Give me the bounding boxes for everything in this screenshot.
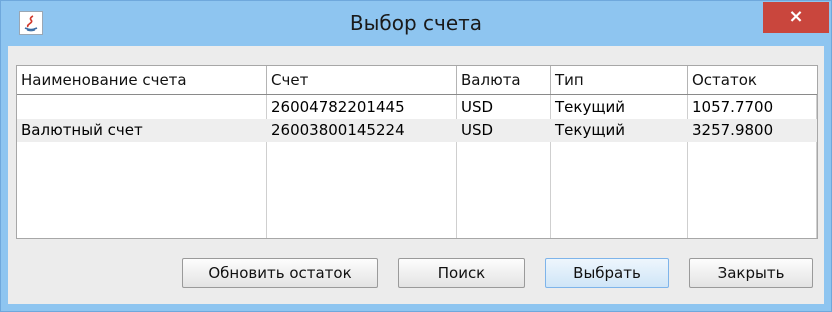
- cell-type: Текущий: [555, 121, 625, 139]
- cell-name: Валютный счет: [21, 121, 143, 139]
- column-header-type[interactable]: Тип: [551, 66, 688, 94]
- select-button[interactable]: Выбрать: [545, 258, 669, 288]
- cell-currency: USD: [461, 98, 494, 116]
- table-row[interactable]: Валютный счет 26003800145224 USD Текущий…: [17, 119, 817, 142]
- accounts-table[interactable]: Наименование счета Счет Валюта Тип Остат…: [16, 65, 818, 239]
- cell-balance: 1057.7700: [692, 98, 774, 116]
- cell-name: [17, 96, 267, 119]
- table-header: Наименование счета Счет Валюта Тип Остат…: [17, 66, 817, 95]
- cell-account: 26003800145224: [271, 121, 405, 139]
- column-header-currency[interactable]: Валюта: [457, 66, 551, 94]
- window-title: Выбор счета: [349, 11, 483, 35]
- close-window-button[interactable]: ×: [763, 2, 829, 33]
- refresh-balance-button[interactable]: Обновить остаток: [182, 258, 378, 288]
- column-header-name[interactable]: Наименование счета: [17, 66, 267, 94]
- cell-currency: USD: [461, 121, 494, 139]
- dialog-content: Наименование счета Счет Валюта Тип Остат…: [8, 46, 824, 304]
- table-row[interactable]: 26004782201445 USD Текущий 1057.7700: [17, 96, 817, 119]
- search-button[interactable]: Поиск: [398, 258, 525, 288]
- cell-balance: 3257.9800: [692, 121, 774, 139]
- close-button[interactable]: Закрыть: [689, 258, 813, 288]
- column-header-account[interactable]: Счет: [267, 66, 457, 94]
- cell-account: 26004782201445: [271, 98, 405, 116]
- cell-type: Текущий: [555, 98, 625, 116]
- column-header-balance[interactable]: Остаток: [688, 66, 817, 94]
- title-bar[interactable]: Выбор счета ×: [1, 1, 831, 46]
- dialog-window: Выбор счета × Наименование счета Счет Ва…: [0, 0, 832, 312]
